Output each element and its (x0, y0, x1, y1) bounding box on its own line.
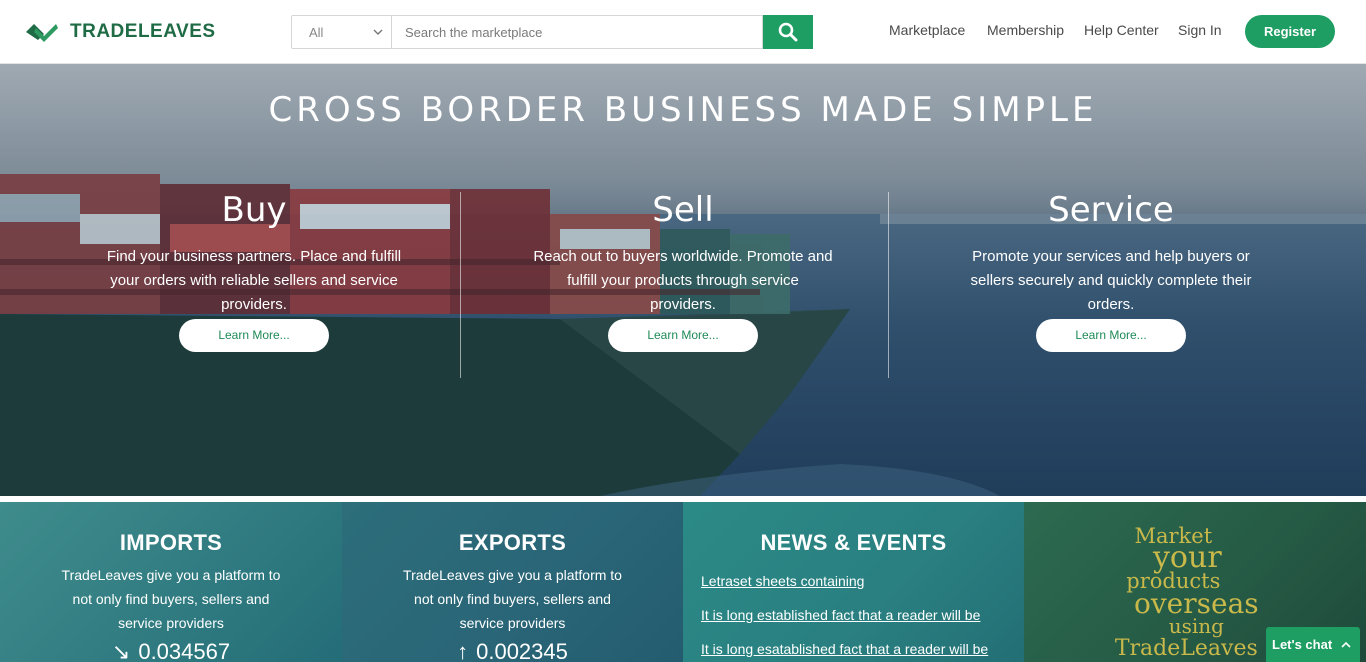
nav-sign-in[interactable]: Sign In (1178, 22, 1222, 38)
sell-learn-more-button[interactable]: Learn More... (608, 319, 758, 352)
news-panel: NEWS & EVENTS Letraset sheets containing… (683, 502, 1024, 662)
exports-title: EXPORTS (458, 530, 567, 555)
service-heading: Service (1048, 190, 1174, 230)
logo-text: TRADELEAVES (70, 21, 216, 42)
nav-marketplace[interactable]: Marketplace (889, 22, 965, 38)
search-bar: All (291, 15, 813, 49)
feature-panels: IMPORTS TradeLeaves give you a platform … (0, 502, 1366, 662)
imports-counter: ↘ 0.034567 (0, 639, 342, 662)
hero-title: CROSS BORDER BUSINESS MADE SIMPLE (268, 90, 1098, 130)
news-link[interactable]: It is long esatablished fact that a read… (701, 632, 1024, 662)
service-learn-more-button[interactable]: Learn More... (1036, 319, 1186, 352)
arrow-up-icon: ↑ (457, 639, 469, 662)
search-button[interactable] (763, 15, 813, 49)
search-category-value: All (309, 24, 324, 40)
imports-text: TradeLeaves give you a platform to not o… (61, 567, 281, 631)
news-link[interactable]: Letraset sheets containing (701, 564, 1024, 598)
buy-heading: Buy (221, 190, 287, 230)
promo-line: TradeLeaves (1114, 636, 1258, 661)
logo[interactable]: TRADELEAVES (24, 18, 216, 46)
exports-text: TradeLeaves give you a platform to not o… (403, 567, 622, 631)
hero-banner: CROSS BORDER BUSINESS MADE SIMPLE Buy Fi… (0, 64, 1366, 496)
chevron-down-icon (373, 29, 383, 35)
nav-help-center[interactable]: Help Center (1084, 22, 1159, 38)
logo-leaf-icon (26, 24, 58, 42)
search-input[interactable] (391, 15, 763, 49)
buy-description: Find your business partners. Place and f… (106, 248, 402, 313)
exports-counter: ↑ 0.002345 (342, 639, 683, 662)
search-category-select[interactable]: All (291, 15, 391, 49)
news-list: Letraset sheets containing It is long es… (683, 564, 1024, 662)
search-icon (778, 22, 798, 42)
exports-panel: EXPORTS TradeLeaves give you a platform … (342, 502, 683, 662)
imports-title: IMPORTS (119, 530, 223, 555)
news-link[interactable]: It is long established fact that a reade… (701, 598, 1024, 632)
register-button[interactable]: Register (1245, 15, 1335, 48)
sell-description: Reach out to buyers worldwide. Promote a… (533, 248, 833, 313)
buy-learn-more-button[interactable]: Learn More... (179, 319, 329, 352)
service-column: Service Promote your services and help b… (961, 189, 1261, 352)
sell-heading: Sell (652, 190, 714, 230)
promo-text: Market your products overseas using Trad… (1088, 526, 1259, 660)
service-description: Promote your services and help buyers or… (970, 248, 1252, 313)
exports-counter-value: 0.002345 (476, 639, 568, 662)
chat-label: Let's chat (1272, 637, 1333, 652)
sell-column: Sell Reach out to buyers worldwide. Prom… (533, 189, 833, 352)
imports-counter-value: 0.034567 (138, 639, 231, 662)
top-header: TRADELEAVES All Marketplace Membership H… (0, 0, 1366, 64)
chat-widget-button[interactable]: Let's chat (1266, 627, 1360, 662)
chevron-up-icon (1341, 641, 1351, 648)
column-divider (460, 192, 461, 378)
buy-column: Buy Find your business partners. Place a… (104, 189, 404, 352)
arrow-in-icon: ↘ (111, 639, 131, 662)
nav-membership[interactable]: Membership (987, 22, 1064, 38)
column-divider (888, 192, 889, 378)
imports-panel: IMPORTS TradeLeaves give you a platform … (0, 502, 342, 662)
news-title: NEWS & EVENTS (760, 530, 947, 555)
